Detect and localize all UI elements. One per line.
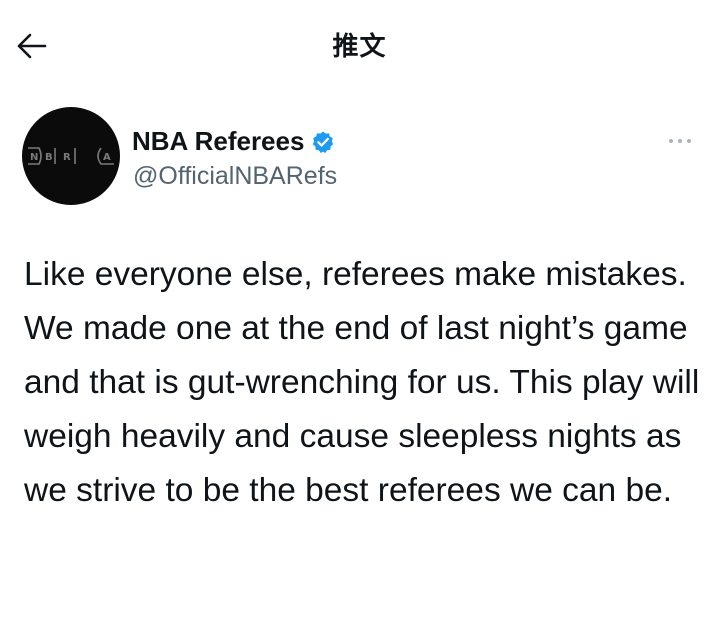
tweet-author: N B R A NBA Referees @OfficialNBARefs (22, 107, 702, 207)
name-row: NBA Referees (132, 126, 335, 157)
verified-badge-icon (311, 130, 335, 154)
svg-text:N: N (30, 152, 38, 163)
tweet-text: Like everyone else, referees make mistak… (24, 256, 700, 509)
nbra-logo: N B R A (28, 147, 114, 165)
svg-text:A: A (103, 152, 111, 163)
user-handle[interactable]: @OfficialNBARefs (133, 162, 337, 191)
svg-text:B: B (45, 152, 53, 163)
avatar[interactable]: N B R A (22, 107, 120, 205)
more-horizontal-icon (669, 139, 691, 143)
page-title: 推文 (332, 32, 387, 62)
display-name[interactable]: NBA Referees (132, 126, 304, 157)
more-button[interactable] (666, 133, 694, 149)
svg-text:R: R (63, 152, 71, 163)
top-bar: 推文 (0, 0, 719, 90)
